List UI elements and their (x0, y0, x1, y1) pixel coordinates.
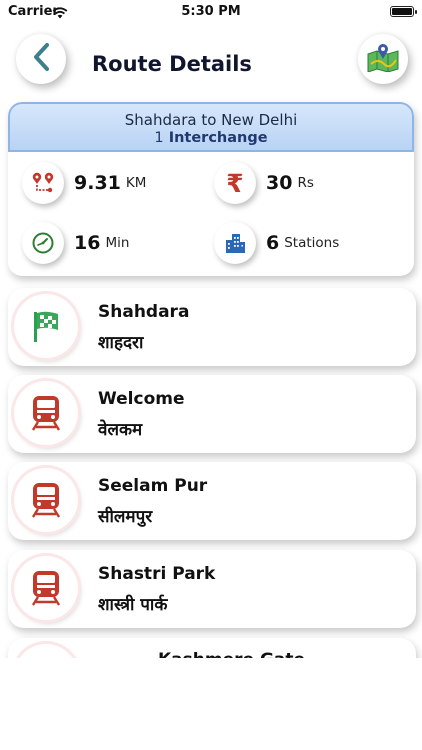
stations-value: 6 (266, 232, 280, 254)
interchange-label: 1 Interchange (10, 130, 412, 146)
list-clip: Kashmere Gate (0, 632, 422, 658)
station-item[interactable]: Shahdara शाहदरा (8, 288, 416, 366)
station-name: Shastri Park (98, 564, 216, 584)
interchange-text: Interchange (168, 130, 268, 146)
distance-unit: KM (125, 175, 147, 191)
station-name-hindi: शाहदरा (98, 333, 144, 353)
station-name: Kashmere Gate (158, 650, 305, 658)
route-title: Shahdara to New Delhi (124, 111, 298, 129)
time-unit: Min (105, 235, 130, 251)
rupee-icon: ₹ (214, 162, 256, 204)
start-flag-icon (14, 294, 78, 358)
station-name-hindi: शास्त्री पार्क (98, 595, 168, 615)
fare-unit: Rs (297, 175, 314, 191)
route-distance-icon (22, 162, 64, 204)
stations-unit: Stations (284, 235, 340, 251)
train-icon (14, 468, 78, 532)
time-value: 16 (74, 232, 101, 254)
fare-stat: ₹ 30 Rs (214, 162, 314, 204)
battery-icon (390, 6, 417, 17)
train-icon (14, 556, 78, 620)
status-bar: Carrier 5:30 PM (0, 0, 422, 26)
interchange-count: 1 (154, 130, 164, 146)
station-name-hindi: सीलमपुर (98, 507, 153, 527)
stations-stat: 6 Stations (214, 222, 339, 264)
timer-icon (22, 222, 64, 264)
train-icon (14, 381, 78, 445)
station-item[interactable]: Seelam Pur सीलमपुर (8, 462, 416, 540)
building-icon (214, 222, 256, 264)
map-button[interactable] (358, 34, 408, 84)
fare-value: 30 (266, 172, 293, 194)
station-item[interactable]: Welcome वेलकम (8, 375, 416, 453)
map-icon (366, 42, 400, 76)
route-summary-card: Shahdara to New Delhi 1 Interchange 9.31… (8, 102, 414, 276)
station-name: Seelam Pur (98, 476, 208, 496)
station-name-hindi: वेलकम (98, 420, 143, 440)
clock: 5:30 PM (181, 4, 241, 19)
chevron-left-icon (30, 42, 52, 76)
station-name: Shahdara (98, 302, 190, 322)
route-summary-header: Shahdara to New Delhi 1 Interchange (8, 102, 414, 152)
station-name: Welcome (98, 389, 185, 409)
page-title: Route Details (92, 52, 252, 76)
distance-stat: 9.31 KM (22, 162, 146, 204)
distance-value: 9.31 (74, 172, 121, 194)
time-stat: 16 Min (22, 222, 129, 264)
back-button[interactable] (16, 34, 66, 84)
train-icon (14, 644, 78, 658)
station-item[interactable]: Shastri Park शास्त्री पार्क (8, 550, 416, 628)
station-item[interactable]: Kashmere Gate (8, 638, 416, 658)
